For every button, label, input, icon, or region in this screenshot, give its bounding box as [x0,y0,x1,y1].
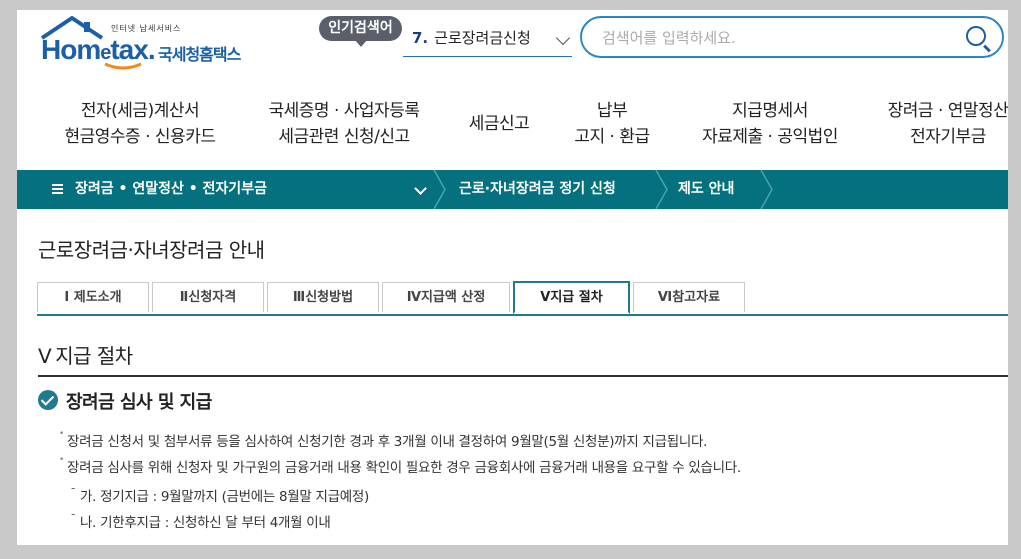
nav-label: 현금영수증 · 신용카드 [64,127,216,147]
tab-amount-calculation[interactable]: Ⅳ지급액 산정 [382,282,510,312]
search-icon[interactable] [966,26,986,46]
popular-keyword: 근로장려금신청 [434,29,531,47]
hamburger-icon [52,182,63,196]
hometax-logo[interactable]: 인터넷 납세서비스 Hometax. 국세청홈택스 [40,16,260,70]
nav-tax-filing[interactable]: 세금신고 [449,111,549,137]
section-heading: Ⅴ 지급 절차 [38,340,1008,377]
bullet-item: 장려금 신청서 및 첨부서류 등을 심사하여 신청기한 경과 후 3개월 이내 … [59,429,707,450]
location-menu-label: 장려금 • 연말정산 • 전자기부금 [75,181,267,197]
popular-keyword-select[interactable]: 7. 근로장려금신청 [403,24,572,57]
nav-label: 전자기부금 [910,127,986,147]
section-title: 지급 절차 [55,344,133,368]
sub-bullet-item: 나. 기한후지급 : 신청하신 달 부터 4개월 이내 [71,507,331,531]
nav-label: 국세증명 · 사업자등록 [268,101,420,121]
sub-bullet-item: 가. 정기지급 : 9월말까지 (금번에는 8월말 지급예정) [71,481,369,505]
nav-label: 전자(세금)계산서 [80,101,200,121]
subsection-title: 장려금 심사 및 지급 [66,392,212,413]
nav-incentive[interactable]: 장려금 · 연말정산 전자기부금 [873,98,1008,150]
tab-eligibility[interactable]: Ⅱ신청자격 [152,282,264,312]
breadcrumb-category[interactable]: 근로·자녀장려금 정기 신청 [459,170,616,209]
nav-label: 납부 [596,101,628,121]
nav-label: 세금신고 [468,114,530,134]
nav-label: 자료제출 · 공익법인 [702,127,838,147]
nav-e-invoice[interactable]: 전자(세금)계산서 현금영수증 · 신용카드 [50,98,230,150]
check-circle-icon [38,390,58,410]
section-numeral: Ⅴ [38,346,52,368]
chevron-separator-icon [760,170,773,209]
nav-payment-statement[interactable]: 지급명세서 자료제출 · 공익법인 [685,98,855,150]
location-bar: 장려금 • 연말정산 • 전자기부금 근로·자녀장려금 정기 신청 제도 안내 [17,170,1008,209]
nav-label: 고지 · 환급 [574,127,650,147]
tab-payment-procedure[interactable]: Ⅴ지급 절차 [513,281,630,314]
page: 인터넷 납세서비스 Hometax. 국세청홈택스 인기검색어 7. 근로장려금신… [17,10,1008,545]
tab-introduction[interactable]: Ⅰ 제도소개 [37,282,149,312]
content-tabs: Ⅰ 제도소개 Ⅱ신청자격 Ⅲ신청방법 Ⅳ지급액 산정 Ⅴ지급 절차 Ⅵ참고자료 [37,281,1008,316]
nav-label: 세금관련 신청/신고 [278,127,410,147]
location-menu-dropdown[interactable]: 장려금 • 연말정산 • 전자기부금 [52,170,267,209]
logo-swoosh-icon [104,62,142,70]
search-box [580,16,1004,58]
chevron-down-icon [555,30,571,46]
breadcrumb-current[interactable]: 제도 안내 [678,170,734,209]
chevron-separator-icon [655,170,668,209]
chevron-separator-icon [433,170,446,209]
nav-label: 지급명세서 [732,101,808,121]
nav-payment[interactable]: 납부 고지 · 환급 [557,98,667,150]
search-input[interactable] [600,27,944,49]
logo-tagline: 인터넷 납세서비스 [111,24,182,33]
popular-search-badge: 인기검색어 [319,16,402,47]
bullet-item: 장려금 심사를 위해 신청자 및 가구원의 금융거래 내용 확인이 필요한 경우… [59,455,741,476]
nav-certificates[interactable]: 국세증명 · 사업자등록 세금관련 신청/신고 [249,98,439,150]
tab-application-method[interactable]: Ⅲ신청방법 [267,282,379,312]
nav-label: 장려금 · 연말정산 [887,101,1008,121]
page-title: 근로장려금·자녀장려금 안내 [38,238,265,262]
tab-references[interactable]: Ⅵ참고자료 [633,282,745,312]
popular-rank: 7. [412,29,429,47]
logo-korean-name: 국세청홈택스 [158,45,241,64]
main-navigation: 전자(세금)계산서 현금영수증 · 신용카드 국세증명 · 사업자등록 세금관련… [17,98,1009,154]
chevron-down-icon[interactable] [414,182,427,195]
